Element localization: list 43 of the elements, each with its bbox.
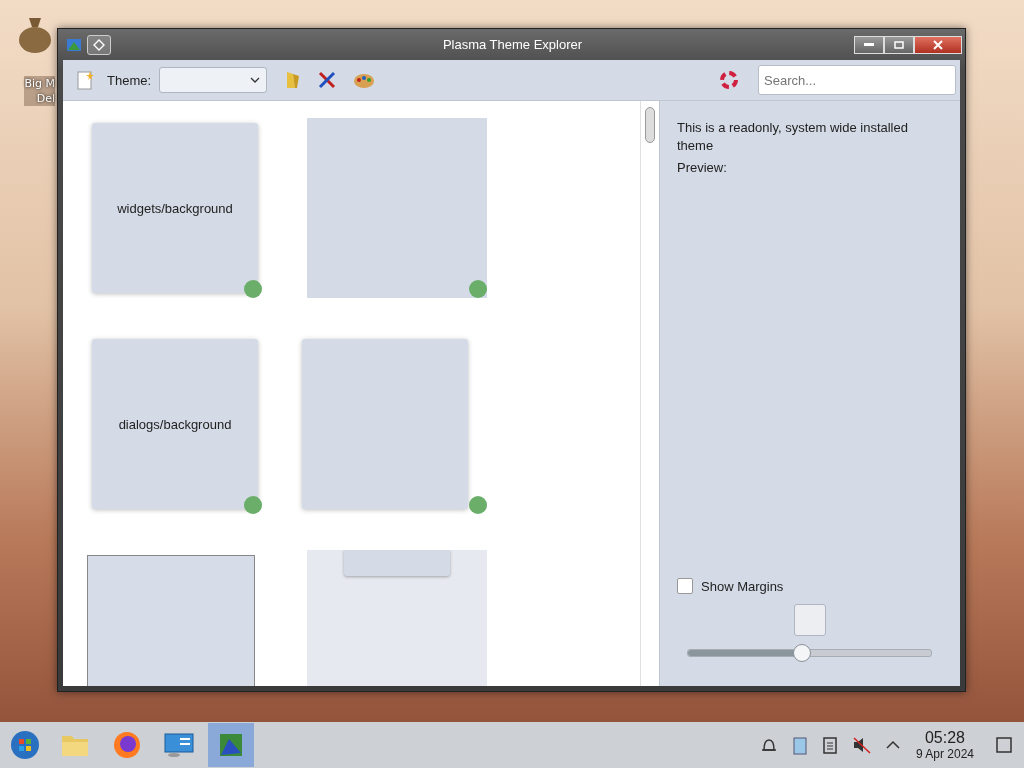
show-desktop-button[interactable]	[994, 735, 1014, 755]
tools-icon	[317, 70, 338, 90]
chevron-up-icon[interactable]	[885, 740, 900, 750]
new-document-icon	[77, 70, 95, 90]
theme-element-preview[interactable]: dialogs/background	[92, 339, 258, 509]
palette-icon	[353, 71, 376, 89]
clipboard-icon[interactable]	[821, 736, 838, 754]
preview-swatch	[793, 604, 826, 636]
show-margins-checkbox[interactable]: Show Margins	[677, 578, 942, 594]
theme-element-preview[interactable]: widgets/background	[92, 123, 258, 293]
muted-speaker-icon[interactable]	[851, 736, 872, 754]
theme-dropdown[interactable]	[159, 67, 268, 93]
maximize-button[interactable]	[884, 35, 914, 54]
lifebuoy-icon	[718, 71, 740, 89]
window-title: Plasma Theme Explorer	[441, 37, 584, 52]
close-button[interactable]	[914, 35, 962, 54]
clock-time[interactable]: 05:28	[924, 729, 965, 747]
app-icon	[217, 731, 245, 759]
search-field[interactable]: Search...	[758, 65, 956, 95]
theme-description: This is a readonly, system wide installed theme	[677, 119, 909, 155]
chevron-down-icon	[250, 77, 261, 83]
folder-icon	[61, 733, 89, 757]
maximize-icon	[894, 40, 904, 49]
window-menu-button[interactable]	[87, 34, 111, 55]
folder-icon	[285, 70, 302, 90]
element-name: dialogs/background	[118, 416, 232, 432]
taskbar-app[interactable]	[208, 723, 254, 767]
scrollbar-thumb[interactable]	[645, 107, 655, 143]
minimize-button[interactable]	[854, 35, 884, 54]
monitor-icon	[164, 732, 194, 758]
windows-logo-icon	[10, 730, 40, 760]
theme-label: Theme:	[107, 72, 152, 88]
diamond-icon	[93, 38, 105, 51]
close-icon	[933, 39, 943, 50]
desktop-icon	[996, 737, 1012, 753]
browser-icon	[113, 731, 141, 759]
zoom-slider[interactable]	[687, 644, 932, 662]
bell-icon[interactable]	[759, 736, 778, 754]
element-name: widgets/background	[117, 200, 233, 216]
minimize-icon	[864, 42, 874, 47]
clock-date[interactable]: 9 Apr 2024	[915, 747, 974, 761]
preview-label: Preview:	[677, 160, 728, 175]
bin-icon[interactable]	[791, 735, 808, 755]
